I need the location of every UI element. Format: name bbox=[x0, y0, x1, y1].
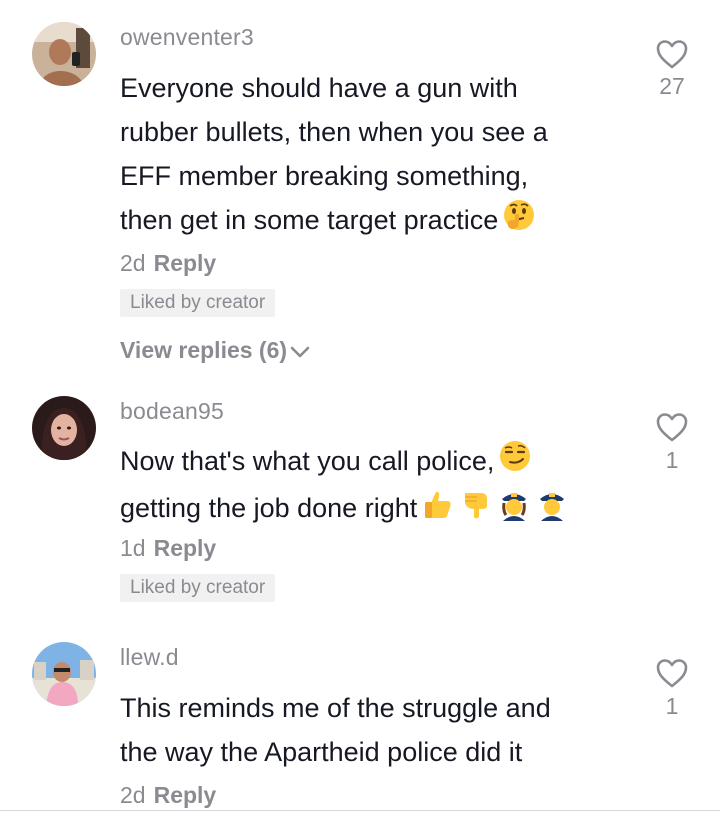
police-officer-man-emoji bbox=[535, 487, 569, 534]
comment-text-line: Now that's what you call police, bbox=[120, 446, 495, 476]
chevron-down-icon bbox=[290, 346, 310, 358]
comment-text-line: This reminds me of the struggle and bbox=[120, 693, 551, 723]
comment-meta: 2d Reply bbox=[120, 782, 216, 809]
comment-text-line-wrapper: Now that's what you call police, bbox=[120, 439, 640, 486]
liked-by-creator-badge: Liked by creator bbox=[120, 574, 276, 602]
thumbs-up-emoji bbox=[421, 487, 455, 534]
smirking-face-emoji bbox=[498, 439, 532, 486]
heart-icon[interactable] bbox=[655, 657, 689, 689]
comment-age: 2d bbox=[120, 782, 146, 808]
comment-text-line: the way the Apartheid police did it bbox=[120, 737, 523, 767]
comment-text: Everyone should have a gun with rubber b… bbox=[120, 66, 640, 245]
avatar[interactable] bbox=[32, 642, 96, 706]
divider bbox=[0, 810, 720, 811]
reply-button[interactable]: Reply bbox=[154, 250, 217, 276]
police-officer-woman-emoji bbox=[497, 487, 531, 534]
reply-button[interactable]: Reply bbox=[154, 782, 217, 808]
comment-username[interactable]: llew.d bbox=[120, 644, 179, 671]
comment-text: This reminds me of the struggle and the … bbox=[120, 686, 640, 774]
like-count: 1 bbox=[665, 693, 679, 719]
view-replies-button[interactable]: View replies (6) bbox=[120, 337, 311, 364]
comment-username[interactable]: bodean95 bbox=[120, 398, 224, 425]
comment-meta: 2d Reply bbox=[120, 250, 216, 277]
comment-text-line: then get in some target practice bbox=[120, 205, 499, 235]
comment-text-line: rubber bullets, then when you see a bbox=[120, 117, 548, 147]
comment-text: Now that's what you call police, getting… bbox=[120, 439, 640, 534]
comment-meta: 1d Reply bbox=[120, 535, 216, 562]
comment-text-line-wrapper: then get in some target practice bbox=[120, 198, 640, 245]
comment-text-line: Everyone should have a gun with bbox=[120, 73, 518, 103]
like-count: 27 bbox=[659, 73, 685, 99]
like-count: 1 bbox=[665, 447, 679, 473]
view-replies-label: View replies (6) bbox=[120, 337, 288, 363]
avatar[interactable] bbox=[32, 22, 96, 86]
comment-age: 1d bbox=[120, 535, 146, 561]
comment-age: 2d bbox=[120, 250, 146, 276]
comment-username[interactable]: owenventer3 bbox=[120, 24, 254, 51]
reply-button[interactable]: Reply bbox=[154, 535, 217, 561]
comment-text-line-wrapper: getting the job done right bbox=[120, 486, 640, 533]
heart-icon[interactable] bbox=[655, 411, 689, 443]
thinking-face-emoji bbox=[502, 198, 536, 245]
avatar[interactable] bbox=[32, 396, 96, 460]
comment-text-line: getting the job done right bbox=[120, 493, 418, 524]
comment-text-line: EFF member breaking something, bbox=[120, 161, 529, 191]
backhand-pointing-down-emoji bbox=[459, 487, 493, 534]
heart-icon[interactable] bbox=[655, 38, 689, 70]
liked-by-creator-badge: Liked by creator bbox=[120, 289, 276, 317]
